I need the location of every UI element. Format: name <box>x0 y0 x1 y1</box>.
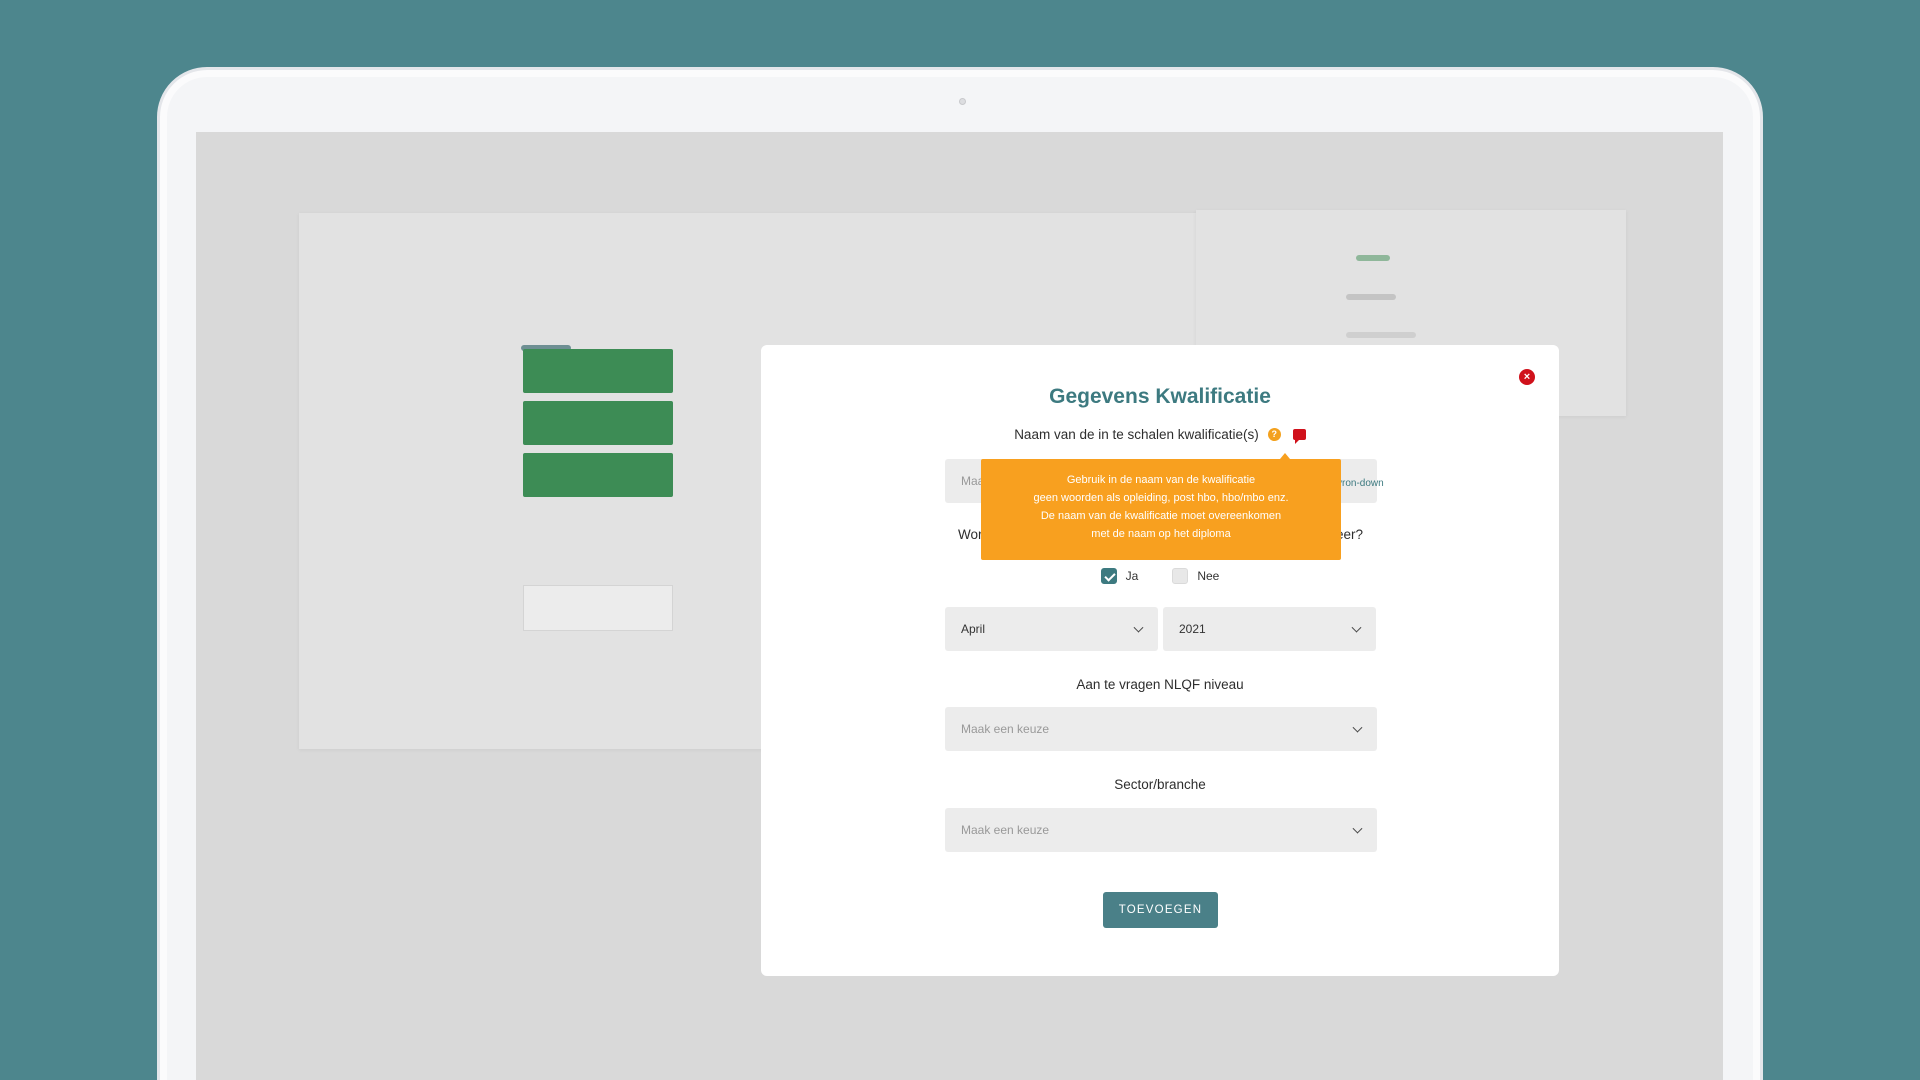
option-yes[interactable]: Ja <box>1100 568 1138 584</box>
background-input <box>523 585 673 631</box>
background-button <box>523 453 673 497</box>
option-no[interactable]: Nee <box>1172 568 1219 584</box>
qualification-modal: × Gegevens Kwalificatie Naam van de in t… <box>761 345 1559 976</box>
chevron-down-icon <box>1133 622 1144 633</box>
question-2-left-text: Wor <box>958 527 983 542</box>
chevron-down-icon <box>1352 823 1363 834</box>
sector-label: Sector/branche <box>1114 777 1206 792</box>
sector-select[interactable]: Maak een keuze <box>945 808 1377 852</box>
background-text <box>1346 332 1416 338</box>
nlqf-label: Aan te vragen NLQF niveau <box>1076 677 1244 692</box>
checkbox-icon[interactable] <box>1172 568 1189 584</box>
chevron-down-icon <box>1352 722 1363 733</box>
background-text <box>1356 255 1390 261</box>
background-button <box>523 401 673 445</box>
help-tooltip: Gebruik in de naam van de kwalificatie g… <box>981 453 1341 560</box>
month-select[interactable]: April <box>945 607 1158 651</box>
comment-icon[interactable] <box>1292 429 1306 444</box>
chevron-down-icon <box>1351 622 1362 633</box>
add-button[interactable]: TOEVOEGEN <box>1103 892 1218 928</box>
camera <box>959 98 966 105</box>
background-text <box>1346 294 1396 300</box>
close-icon[interactable]: × <box>1519 369 1535 385</box>
yes-no-options: Ja Nee <box>761 568 1559 584</box>
screen: × Gegevens Kwalificatie Naam van de in t… <box>196 132 1723 1080</box>
background-button <box>523 349 673 393</box>
chevron-down-text: vron-down <box>1337 478 1384 489</box>
year-select[interactable]: 2021 <box>1163 607 1376 651</box>
checkbox-checked-icon[interactable] <box>1100 568 1117 584</box>
help-icon[interactable]: ? <box>1267 428 1281 441</box>
nlqf-select[interactable]: Maak een keuze <box>945 707 1377 751</box>
qualification-name-label: Naam van de in te schalen kwalificatie(s… <box>761 427 1559 444</box>
modal-title: Gegevens Kwalificatie <box>1049 385 1271 408</box>
